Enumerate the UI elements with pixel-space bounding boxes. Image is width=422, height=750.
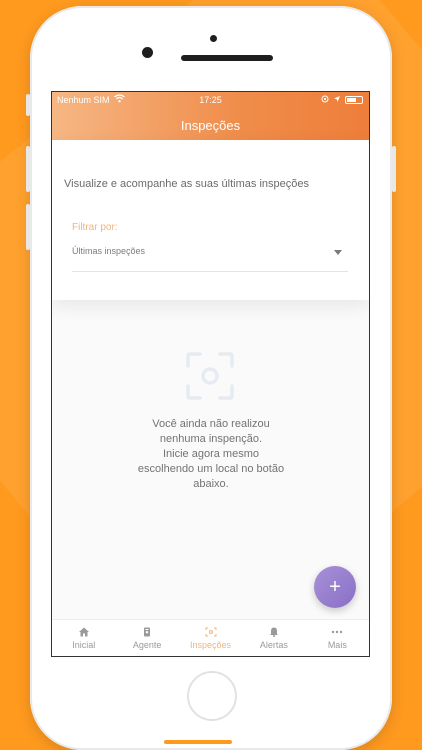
tab-mais[interactable]: Mais	[306, 620, 369, 656]
empty-state-message: Você ainda não realizou nenhuma inspençã…	[112, 417, 310, 492]
tab-inspecoes[interactable]: Inspeções	[179, 620, 242, 656]
tab-agente[interactable]: Agente	[115, 620, 178, 656]
home-icon	[78, 627, 90, 637]
tab-bar: Inicial Agente Inspeções Alertas Mais	[52, 619, 369, 656]
empty-state-line: abaixo.	[193, 478, 229, 490]
header-bar: Nenhum SIM 17:25 Inspeções	[52, 92, 369, 140]
badge-icon	[141, 627, 153, 637]
status-icons	[321, 95, 363, 105]
volume-down-button	[26, 204, 30, 250]
page-title: Inspeções	[180, 118, 241, 133]
earpiece-speaker	[181, 55, 273, 61]
status-bar: Nenhum SIM 17:25	[52, 92, 369, 108]
home-button[interactable]	[187, 671, 237, 721]
empty-state-line: Inicie agora mesmo	[163, 448, 259, 460]
tab-inicial[interactable]: Inicial	[52, 620, 115, 656]
front-camera	[142, 47, 153, 58]
mute-switch	[26, 94, 30, 116]
tab-label: Inspeções	[190, 639, 232, 650]
tab-alertas[interactable]: Alertas	[242, 620, 305, 656]
proximity-sensor	[210, 35, 217, 42]
rotation-lock-icon	[321, 95, 329, 105]
bottom-accent	[164, 740, 232, 744]
bell-icon	[268, 627, 280, 637]
volume-up-button	[26, 146, 30, 192]
filter-select[interactable]: Últimas inspeções	[72, 240, 348, 272]
location-arrow-icon	[333, 95, 341, 105]
empty-state-line: escolhendo um local no botão	[137, 463, 285, 475]
tab-label: Mais	[327, 639, 347, 650]
filter-label: Filtrar por:	[72, 222, 118, 233]
tab-label: Inicial	[72, 639, 96, 650]
scan-icon	[186, 352, 234, 400]
chevron-down-icon	[334, 250, 342, 255]
scan-icon	[205, 627, 217, 637]
more-icon	[331, 627, 343, 637]
tab-label: Agente	[132, 639, 162, 650]
card-subtitle: Visualize e acompanhe as suas últimas in…	[64, 178, 309, 190]
tab-label: Alertas	[259, 639, 288, 650]
app-screen: Nenhum SIM 17:25 Inspeções Visualize e a…	[51, 91, 370, 657]
filter-select-value: Últimas inspeções	[72, 246, 146, 256]
battery-icon	[345, 96, 363, 104]
filter-card: Visualize e acompanhe as suas últimas in…	[52, 140, 369, 300]
empty-state-line: Você ainda não realizou	[152, 418, 270, 430]
power-button	[392, 146, 396, 192]
add-inspection-button[interactable]: +	[314, 566, 356, 608]
empty-state-line: nenhuma inspenção.	[159, 433, 263, 445]
